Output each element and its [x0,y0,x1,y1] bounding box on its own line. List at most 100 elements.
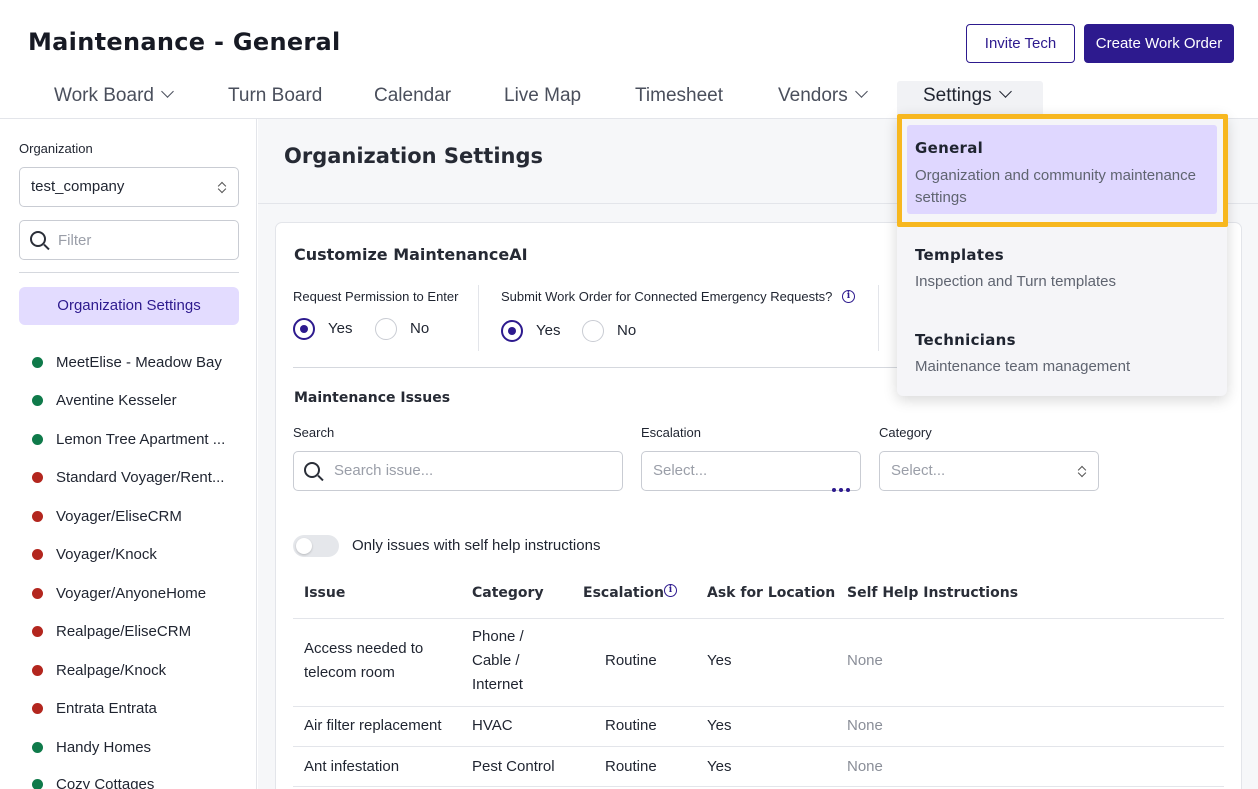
sidebar-divider [19,272,239,273]
sidebar-community-item[interactable]: Aventine Kesseler [32,392,232,409]
status-dot-icon [32,511,43,522]
category-placeholder: Select... [891,462,946,479]
nav-settings-label: Settings [923,85,992,106]
settings-dropdown-menu: General Organization and community maint… [897,114,1228,396]
permission-yes-label: Yes [328,320,353,337]
cell-self-help: None [847,717,883,734]
cell-category: HVAC [472,717,513,734]
sidebar: Organization test_company Organization S… [0,119,257,789]
issue-search-field[interactable]: Search issue... [293,451,623,491]
status-dot-icon [32,588,43,599]
cell-issue: Access needed to telecom room [304,640,424,681]
create-work-order-button[interactable]: Create Work Order [1084,24,1234,63]
community-name: Standard Voyager/Rent... [56,469,225,486]
cell-escalation: Routine [605,652,657,669]
sidebar-community-item[interactable]: Cozy Cottages [32,776,232,789]
community-name: Voyager/EliseCRM [56,508,182,525]
column-header-self-help: Self Help Instructions [847,585,1019,601]
status-dot-icon [32,472,43,483]
sidebar-community-item[interactable]: Entrata Entrata [32,700,232,717]
community-name: Lemon Tree Apartment ... [56,431,226,448]
sidebar-community-item[interactable]: Standard Voyager/Rent... [32,469,232,486]
status-dot-icon [32,395,43,406]
page-title: Maintenance - General [28,28,341,56]
filter-field[interactable] [19,220,239,260]
menu-item-templates[interactable]: Templates Inspection and Turn templates [907,236,1217,296]
cell-self-help: None [847,758,883,775]
cell-issue: Ant infestation [304,758,400,775]
column-header-escalation-label: Escalation [583,585,664,601]
sidebar-community-item[interactable]: Lemon Tree Apartment ... [32,431,232,448]
sidebar-community-item[interactable]: Realpage/EliseCRM [32,623,232,640]
invite-tech-button[interactable]: Invite Tech [966,24,1075,63]
column-header-escalation: Escalation [583,585,664,601]
nav-calendar[interactable]: Calendar [374,81,451,114]
community-name: Voyager/Knock [56,546,157,563]
community-name: Cozy Cottages [56,776,155,789]
permission-no-radio[interactable] [375,318,397,340]
menu-item-technicians[interactable]: Technicians Maintenance team management [907,321,1217,381]
organization-select[interactable]: test_company [19,167,239,207]
menu-item-description: Inspection and Turn templates [915,273,1116,290]
cell-issue: Air filter replacement [304,717,442,734]
emergency-no-radio[interactable] [582,320,604,342]
nav-settings[interactable]: Settings [897,81,1043,114]
search-icon [304,462,320,478]
cell-category: Pest Control [472,758,555,775]
chevron-down-icon [161,85,174,98]
column-header-issue: Issue [304,585,346,601]
menu-item-description: Maintenance team management [915,358,1131,375]
status-dot-icon [32,665,43,676]
menu-item-title: Technicians [915,331,1016,349]
nav-turn-board[interactable]: Turn Board [228,81,322,114]
sidebar-community-item[interactable]: Voyager/AnyoneHome [32,585,232,602]
column-header-category: Category [472,585,544,601]
permission-no-label: No [410,320,430,337]
select-arrows-icon [1078,465,1086,477]
emergency-yes-label: Yes [536,322,561,339]
escalation-select[interactable]: Select... [641,451,861,492]
sidebar-item-organization-settings[interactable]: Organization Settings [19,287,239,325]
permission-yes-radio[interactable] [293,318,315,340]
community-name: Realpage/Knock [56,662,167,679]
permission-to-enter-label: Request Permission to Enter [293,289,459,304]
row-divider [293,786,1224,787]
organization-value: test_company [31,178,125,195]
maintenance-issues-title: Maintenance Issues [294,390,451,406]
app-header: Maintenance - General Invite Tech Create… [0,0,1258,119]
chevron-down-icon [998,85,1012,98]
sidebar-community-item[interactable]: Realpage/Knock [32,662,232,679]
community-name: Entrata Entrata [56,700,157,717]
category-select[interactable]: Select... [879,451,1099,491]
organization-label: Organization [19,141,93,156]
cell-escalation: Routine [605,758,657,775]
nav-timesheet[interactable]: Timesheet [635,81,723,114]
column-header-ask-location: Ask for Location [707,585,836,601]
sidebar-community-item[interactable]: Handy Homes [32,739,232,756]
info-icon[interactable]: i [842,290,855,303]
nav-live-map[interactable]: Live Map [504,81,581,114]
info-icon[interactable]: i [664,584,677,597]
nav-work-board[interactable]: Work Board [54,81,174,114]
sidebar-community-item[interactable]: MeetElise - Meadow Bay [32,354,232,371]
filter-input[interactable] [58,221,228,259]
question-divider [478,285,479,351]
nav-turn-board-label: Turn Board [228,85,323,106]
row-divider [293,706,1224,707]
cell-self-help: None [847,652,883,669]
self-help-toggle-label: Only issues with self help instructions [352,537,601,554]
nav-timesheet-label: Timesheet [635,85,723,106]
community-name: Realpage/EliseCRM [56,623,192,640]
select-arrows-icon [218,181,226,193]
status-dot-icon [32,357,43,368]
category-label: Category [879,425,932,440]
nav-work-board-label: Work Board [54,85,154,106]
nav-vendors[interactable]: Vendors [778,81,868,114]
escalation-placeholder: Select... [653,462,708,479]
self-help-toggle[interactable] [293,535,339,557]
nav-vendors-label: Vendors [778,85,848,106]
status-dot-icon [32,742,43,753]
emergency-yes-radio[interactable] [501,320,523,342]
sidebar-community-item[interactable]: Voyager/Knock [32,546,232,563]
sidebar-community-item[interactable]: Voyager/EliseCRM [32,508,232,525]
